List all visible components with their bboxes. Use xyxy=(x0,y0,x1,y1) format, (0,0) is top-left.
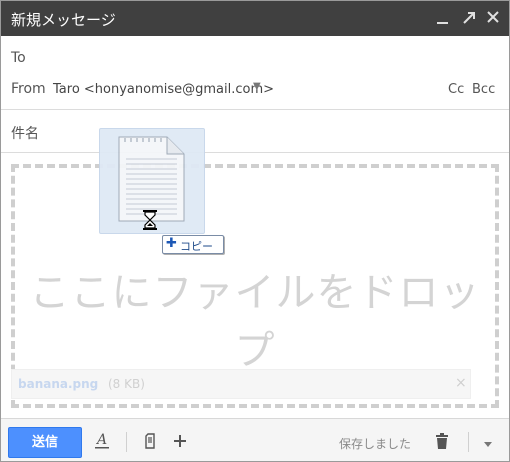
plus-icon: ✚ xyxy=(166,236,177,251)
toolbar-divider xyxy=(468,432,469,452)
subject-label: 件名 xyxy=(11,126,39,142)
window-title: 新規メッセージ xyxy=(11,11,116,29)
compose-window: 新規メッセージ To From Taro <honyanomise@gmail.… xyxy=(0,0,510,462)
subject-field[interactable]: 件名 xyxy=(1,110,509,153)
to-field[interactable]: To xyxy=(1,37,509,77)
from-label: From xyxy=(11,81,46,97)
chevron-down-icon[interactable]: ▼ xyxy=(253,81,261,92)
compose-footer: 送信 A 保存しました xyxy=(1,418,509,461)
copy-cursor-badge: ✚ コピー xyxy=(162,235,224,254)
from-select[interactable]: Taro <honyanomise@gmail.com> xyxy=(53,82,274,97)
attachment-filename[interactable]: banana.png xyxy=(18,377,98,391)
bcc-link[interactable]: Bcc xyxy=(472,82,495,97)
save-status: 保存しました xyxy=(339,437,412,451)
title-bar: 新規メッセージ xyxy=(1,1,509,36)
from-field: From Taro <honyanomise@gmail.com> ▼ Cc B… xyxy=(1,73,509,110)
cc-link[interactable]: Cc xyxy=(448,82,464,97)
attachment-chip: banana.png (8 KB) × xyxy=(11,369,471,399)
to-label: To xyxy=(11,50,26,66)
plus-more-icon[interactable] xyxy=(173,432,187,454)
hourglass-icon xyxy=(141,209,159,231)
attach-file-icon[interactable] xyxy=(144,432,156,454)
trash-icon[interactable] xyxy=(435,432,449,454)
drop-zone-text: ここにファイルをドロップ xyxy=(29,270,481,374)
more-options-chevron-icon[interactable] xyxy=(483,434,493,453)
svg-text:A: A xyxy=(95,432,107,448)
remove-attachment-icon[interactable]: × xyxy=(455,375,467,391)
attachment-size: (8 KB) xyxy=(108,377,145,391)
close-icon[interactable] xyxy=(483,7,503,29)
formatting-icon[interactable]: A xyxy=(95,431,109,453)
popout-icon[interactable] xyxy=(459,7,479,29)
copy-label: コピー xyxy=(180,240,213,253)
send-button[interactable]: 送信 xyxy=(8,427,82,458)
minimize-icon[interactable] xyxy=(433,7,453,29)
toolbar-divider xyxy=(126,432,127,452)
